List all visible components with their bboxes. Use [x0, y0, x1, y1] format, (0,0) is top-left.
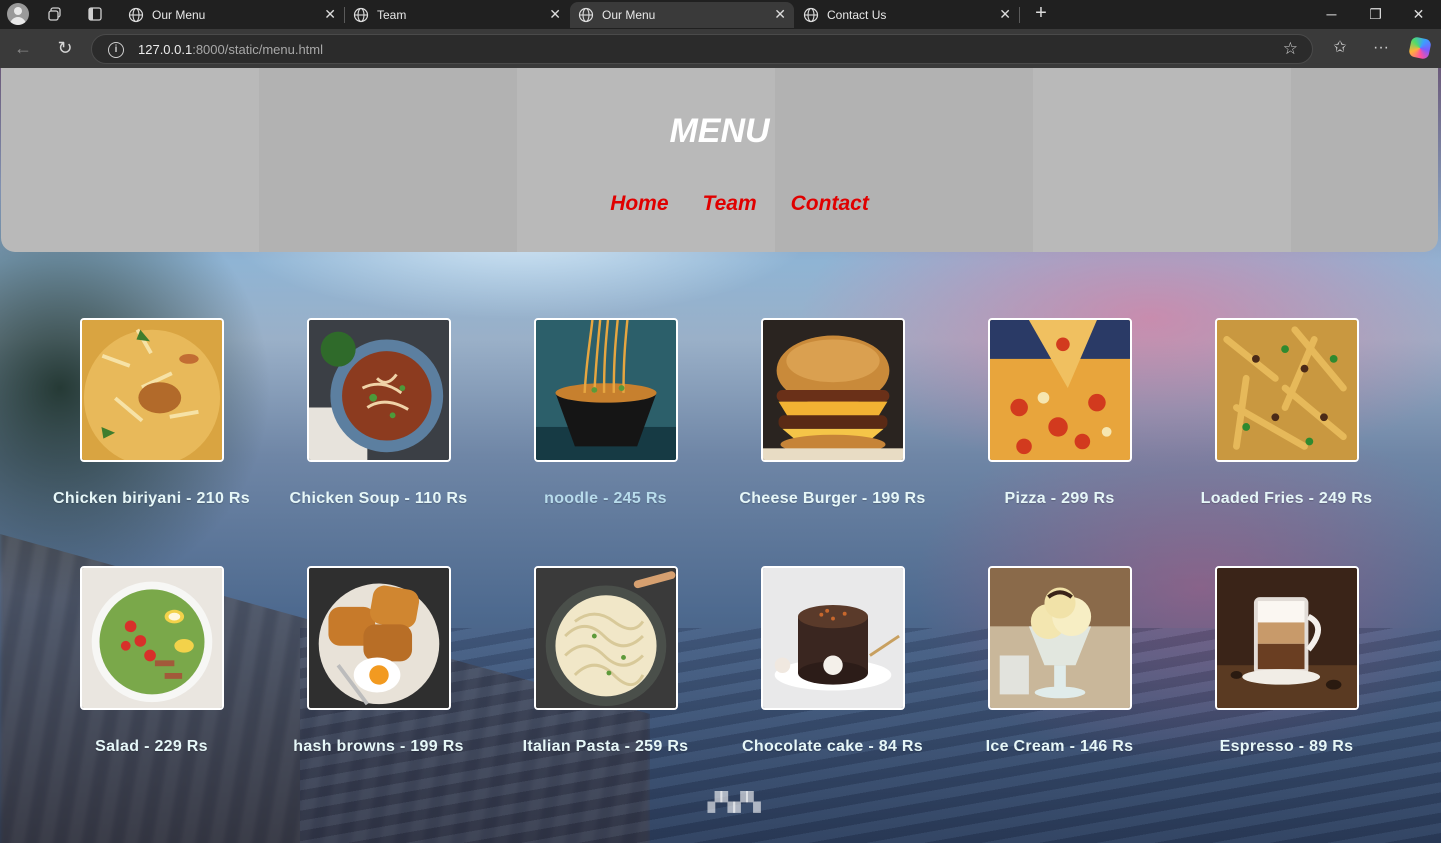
menu-item-label: Chicken biriyani - 210 Rs — [53, 490, 250, 507]
menu-item-card[interactable]: hash browns - 199 Rs — [265, 566, 492, 762]
menu-item-card[interactable]: Italian Pasta - 259 Rs — [492, 566, 719, 762]
tab-our-menu-active[interactable]: Our Menu ✕ — [570, 2, 794, 28]
close-window-icon[interactable]: ✕ — [1396, 0, 1441, 28]
site-info-icon[interactable]: i — [108, 42, 124, 58]
menu-item-card[interactable]: Chicken biriyani - 210 Rs — [38, 318, 265, 514]
browser-tab-bar: Our Menu ✕ Team ✕ Our Menu ✕ Contact Us … — [0, 0, 1441, 29]
soup-image — [306, 318, 451, 462]
more-menu-icon[interactable]: ··· — [1369, 37, 1393, 61]
tab-our-menu-1[interactable]: Our Menu ✕ — [120, 2, 344, 28]
menu-item-card[interactable]: noodle - 245 Rs — [492, 318, 719, 514]
salad-image — [79, 566, 224, 710]
new-tab-icon[interactable]: + — [1028, 2, 1054, 26]
tab-actions-icon[interactable] — [82, 3, 108, 25]
biriyani-image — [79, 318, 224, 462]
tab-title: Contact Us — [827, 8, 887, 22]
fries-image — [1214, 318, 1359, 462]
browser-toolbar: ← ↻ i 127.0.0.1:8000/static/menu.html ☆ … — [0, 29, 1441, 68]
espresso-image — [1214, 566, 1359, 710]
url-path: :8000/static/menu.html — [192, 42, 324, 57]
address-bar[interactable]: i 127.0.0.1:8000/static/menu.html ☆ — [91, 34, 1313, 64]
noodle-image — [533, 318, 678, 462]
menu-item-label: Ice Cream - 146 Rs — [985, 738, 1134, 755]
menu-item-card[interactable]: Salad - 229 Rs — [38, 566, 265, 762]
menu-item-card[interactable]: Espresso - 89 Rs — [1173, 566, 1400, 762]
close-tab-icon[interactable]: ✕ — [999, 6, 1011, 23]
pizza-image — [987, 318, 1132, 462]
pasta-image — [533, 566, 678, 710]
tab-title: Our Menu — [602, 8, 656, 22]
menu-item-label: Loaded Fries - 249 Rs — [1200, 490, 1373, 507]
reload-icon[interactable]: ↻ — [53, 37, 77, 61]
tab-title: Team — [377, 8, 407, 22]
menu-item-label: Chicken Soup - 110 Rs — [289, 490, 468, 507]
globe-icon — [578, 7, 594, 23]
tab-divider — [1019, 7, 1020, 23]
menu-item-label: Pizza - 299 Rs — [1004, 490, 1115, 507]
restore-icon[interactable]: ❐ — [1353, 0, 1398, 28]
menu-item-label: Italian Pasta - 259 Rs — [522, 738, 689, 755]
hashbrown-image — [306, 566, 451, 710]
burger-image — [760, 318, 905, 462]
globe-icon — [353, 7, 369, 23]
tab-title: Our Menu — [152, 8, 206, 22]
menu-item-label: Salad - 229 Rs — [95, 738, 208, 755]
menu-grid: Chicken biriyani - 210 Rs Chicken Soup -… — [0, 68, 1441, 843]
url-text: 127.0.0.1:8000/static/menu.html — [138, 42, 323, 57]
favorite-star-icon[interactable]: ☆ — [1283, 39, 1298, 59]
workspaces-icon[interactable] — [42, 3, 68, 25]
menu-item-label: noodle - 245 Rs — [544, 490, 667, 507]
menu-item-label: Cheese Burger - 199 Rs — [739, 490, 926, 507]
menu-item-label: Espresso - 89 Rs — [1219, 738, 1354, 755]
menu-item-label: hash browns - 199 Rs — [293, 738, 464, 755]
menu-item-card[interactable]: Chicken Soup - 110 Rs — [265, 318, 492, 514]
globe-icon — [128, 7, 144, 23]
globe-icon — [803, 7, 819, 23]
cake-image — [760, 566, 905, 710]
favorites-icon[interactable]: ✩ — [1328, 37, 1352, 61]
tab-contact-us[interactable]: Contact Us ✕ — [795, 2, 1019, 28]
close-tab-icon[interactable]: ✕ — [549, 6, 561, 23]
profile-avatar-icon[interactable] — [7, 3, 29, 25]
menu-item-label: Chocolate cake - 84 Rs — [742, 738, 923, 755]
close-tab-icon[interactable]: ✕ — [774, 6, 786, 23]
icecream-image — [987, 566, 1132, 710]
back-arrow-icon[interactable]: ← — [11, 37, 35, 61]
minimize-icon[interactable]: ─ — [1309, 0, 1354, 28]
menu-item-card[interactable]: Ice Cream - 146 Rs — [946, 566, 1173, 762]
menu-item-card[interactable]: Chocolate cake - 84 Rs — [719, 566, 946, 762]
page-viewport: MENU Home Team Contact Chicken biriyani … — [0, 68, 1441, 843]
menu-item-card[interactable]: Loaded Fries - 249 Rs — [1173, 318, 1400, 514]
url-host: 127.0.0.1 — [138, 42, 193, 57]
menu-item-card[interactable]: Cheese Burger - 199 Rs — [719, 318, 946, 514]
menu-item-card[interactable]: Pizza - 299 Rs — [946, 318, 1173, 514]
close-tab-icon[interactable]: ✕ — [324, 6, 336, 23]
tab-team[interactable]: Team ✕ — [345, 2, 569, 28]
background-logo: ▞▚▞▚ — [708, 792, 760, 812]
